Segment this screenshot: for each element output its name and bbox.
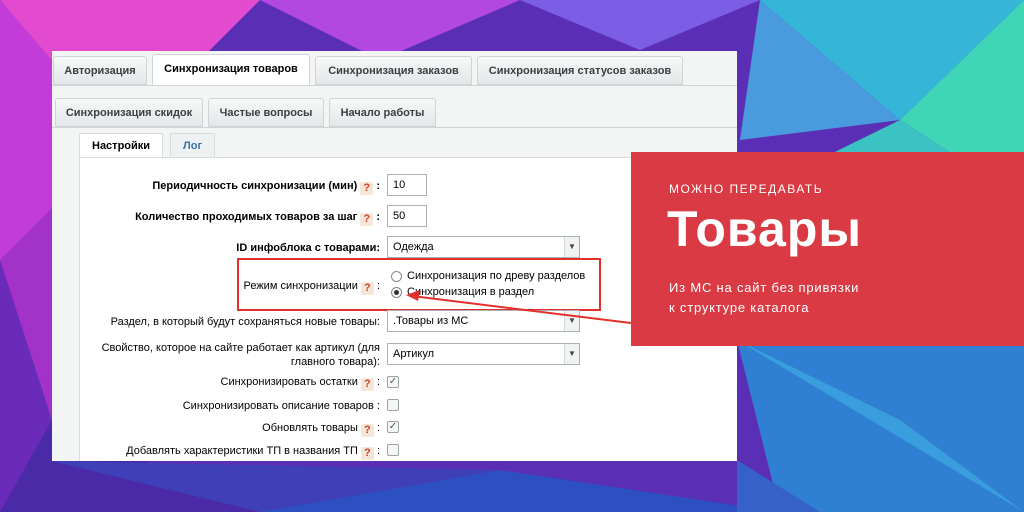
help-icon[interactable]: ? [360, 182, 374, 195]
help-icon[interactable]: ? [360, 447, 374, 460]
subtab-log[interactable]: Лог [170, 133, 216, 158]
tab-row-divider [52, 127, 737, 128]
sync-desc-label: Синхронизировать описание товаров : [182, 400, 380, 412]
sync-desc-checkbox[interactable] [387, 399, 399, 411]
tab-row-divider [52, 85, 737, 86]
update-checkbox[interactable]: ✓ [387, 421, 399, 433]
tab-product-sync[interactable]: Синхронизация товаров [152, 54, 310, 85]
help-icon[interactable]: ? [360, 378, 374, 391]
article-select[interactable]: Артикул ▼ [387, 343, 580, 365]
period-label: Периодичность синхронизации (мин)? : [152, 180, 380, 195]
iblock-label: ID инфоблока с товарами: [236, 242, 380, 254]
help-icon[interactable]: ? [360, 213, 374, 226]
add-chars-label: Добавлять характеристики ТП в названия Т… [126, 445, 380, 460]
sync-stock-label: Синхронизировать остатки? : [220, 376, 380, 391]
count-input[interactable]: 50 [387, 205, 427, 227]
tab-order-sync[interactable]: Синхронизация заказов [315, 56, 472, 85]
tab-getting-started[interactable]: Начало работы [329, 98, 436, 127]
chevron-down-icon: ▼ [564, 311, 579, 331]
promo-card: МОЖНО ПЕРЕДАВАТЬ Товары Из МС на сайт бе… [631, 152, 1024, 346]
promo-title: Товары [667, 201, 863, 257]
highlight-box [237, 258, 601, 311]
help-icon[interactable]: ? [360, 424, 374, 437]
section-label: Раздел, в который будут сохраняться новы… [110, 316, 380, 328]
article-label: Свойство, которое на сайте работает как … [101, 342, 380, 368]
chevron-down-icon: ▼ [564, 237, 579, 257]
count-label: Количество проходимых товаров за шаг? : [135, 211, 380, 226]
add-chars-checkbox[interactable] [387, 444, 399, 456]
tab-discount-sync[interactable]: Синхронизация скидок [55, 98, 203, 127]
period-input[interactable]: 10 [387, 174, 427, 196]
section-select[interactable]: .Товары из МС ▼ [387, 310, 580, 332]
tab-order-status-sync[interactable]: Синхронизация статусов заказов [477, 56, 683, 85]
update-label: Обновлять товары? : [262, 422, 380, 437]
promo-kicker: МОЖНО ПЕРЕДАВАТЬ [669, 182, 824, 196]
sync-stock-checkbox[interactable]: ✓ [387, 376, 399, 388]
chevron-down-icon: ▼ [564, 344, 579, 364]
iblock-select[interactable]: Одежда ▼ [387, 236, 580, 258]
tab-faq[interactable]: Частые вопросы [208, 98, 324, 127]
promo-description: Из МС на сайт без привязки к структуре ка… [669, 280, 860, 315]
subtab-settings[interactable]: Настройки [79, 133, 164, 158]
tab-authorization[interactable]: Авторизация [53, 56, 147, 85]
